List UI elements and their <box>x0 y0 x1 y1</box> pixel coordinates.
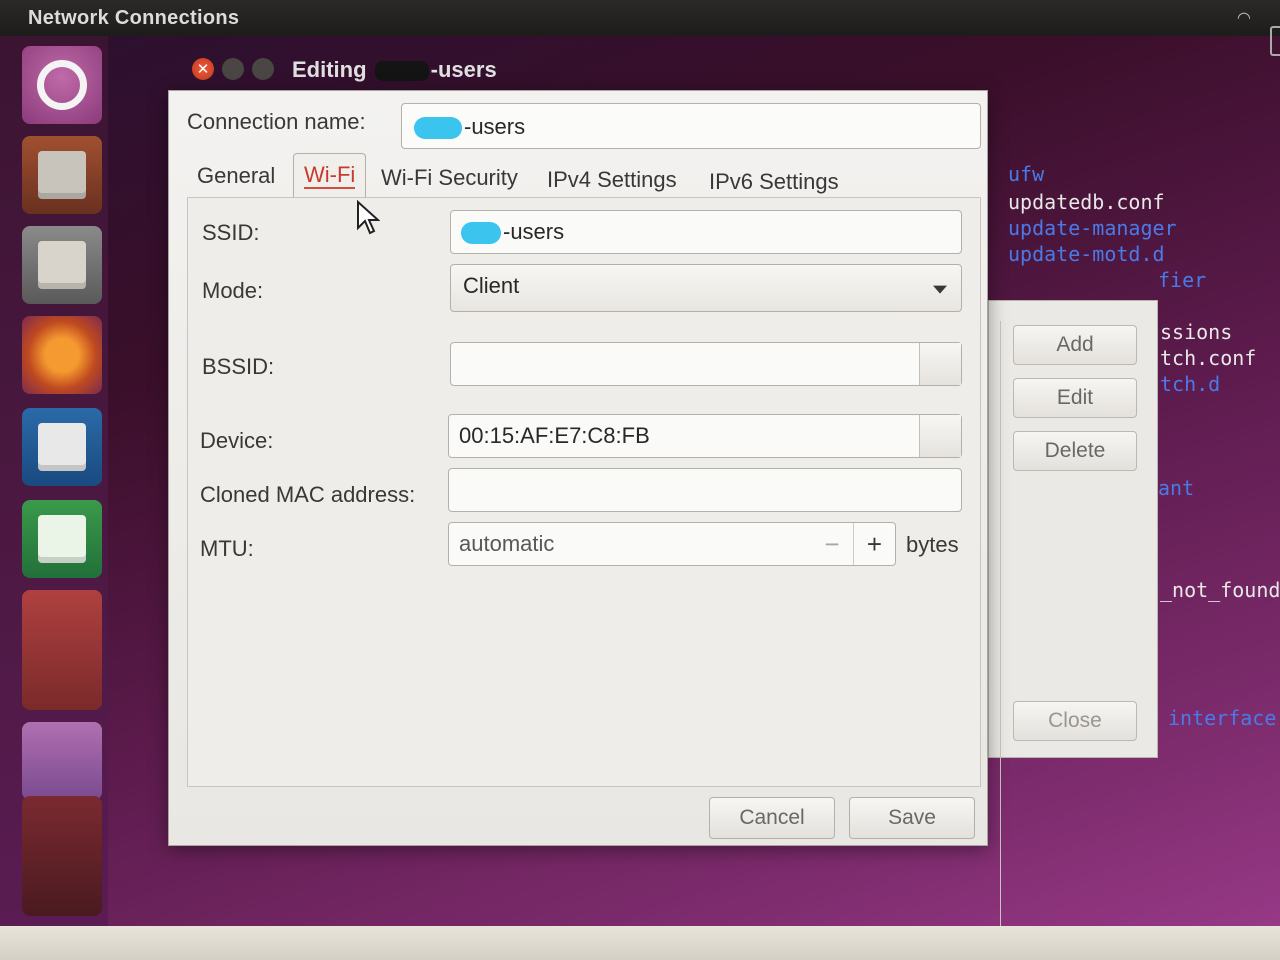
system-settings-icon[interactable] <box>22 722 102 800</box>
minimize-icon[interactable] <box>222 58 244 80</box>
connection-list[interactable] <box>989 321 1001 960</box>
chevron-down-icon <box>933 285 947 294</box>
terminal-line: interface <box>1168 706 1277 730</box>
terminal-line: _not_found <box>1160 578 1280 602</box>
wifi-indicator-icon[interactable]: ◠ <box>1238 8 1250 28</box>
close-button[interactable]: Close <box>1013 701 1137 741</box>
edit-button[interactable]: Edit <box>1013 378 1137 418</box>
maximize-icon[interactable] <box>252 58 274 80</box>
libreoffice-calc-icon[interactable] <box>22 500 102 578</box>
cloned-mac-field[interactable] <box>448 468 962 512</box>
ssid-field[interactable]: -users <box>450 210 962 254</box>
wifi-settings-panel: SSID: -users Mode: Client BSSID: Device:… <box>187 197 981 787</box>
terminal-line: ufw <box>1008 162 1045 186</box>
network-connections-window: Add Edit Delete Close <box>988 300 1158 960</box>
connection-name-label: Connection name: <box>187 109 366 134</box>
stacked-apps-icon[interactable] <box>22 590 102 710</box>
bssid-dropdown-button[interactable] <box>919 343 961 385</box>
sd-card-icon[interactable] <box>22 796 102 916</box>
delete-button[interactable]: Delete <box>1013 431 1137 471</box>
mode-dropdown[interactable]: Client <box>450 264 962 312</box>
top-panel: Network Connections ◠ <box>0 0 1280 56</box>
terminal-line: ant <box>1158 476 1195 500</box>
mode-label: Mode: <box>202 278 264 303</box>
terminal-line: tch.conf <box>1160 346 1257 370</box>
device-label: Device: <box>200 428 274 453</box>
tab-wifi-security[interactable]: Wi-Fi Security <box>373 155 526 199</box>
connection-name-field[interactable]: -users <box>401 103 981 149</box>
tab-ipv4-settings[interactable]: IPv4 Settings <box>539 157 685 201</box>
close-icon[interactable]: ✕ <box>192 58 214 80</box>
screen-bezel <box>0 926 1280 960</box>
libreoffice-writer-icon[interactable] <box>22 408 102 486</box>
save-button[interactable]: Save <box>849 797 975 839</box>
tab-bar: General Wi-Fi Wi-Fi Security IPv4 Settin… <box>189 153 979 199</box>
add-button[interactable]: Add <box>1013 325 1137 365</box>
panel-edge-icon <box>1270 26 1280 56</box>
increment-button[interactable]: + <box>853 523 895 565</box>
mtu-label: MTU: <box>200 536 254 561</box>
dialog-title: Editing -users <box>292 57 497 82</box>
terminal-line: update-manager <box>1008 216 1177 240</box>
terminal-line: ssions <box>1160 320 1233 344</box>
terminal-line: fier <box>1158 268 1207 292</box>
tab-general[interactable]: General <box>189 153 283 197</box>
ubuntu-dash-icon[interactable] <box>22 46 102 124</box>
mtu-spinbutton[interactable]: automatic − + <box>448 522 896 566</box>
device-dropdown-button[interactable] <box>919 415 961 457</box>
bssid-label: BSSID: <box>202 354 275 379</box>
mtu-unit: bytes <box>906 532 959 557</box>
decrement-button[interactable]: − <box>811 523 853 565</box>
bssid-combo[interactable] <box>450 342 962 386</box>
editing-connection-dialog: Connection name: -users General Wi-Fi Wi… <box>168 90 988 846</box>
ssid-label: SSID: <box>202 220 260 245</box>
launcher <box>0 36 108 926</box>
device-combo[interactable]: 00:15:AF:E7:C8:FB <box>448 414 962 458</box>
mouse-cursor-icon <box>357 200 380 235</box>
window-title: Network Connections <box>28 7 240 29</box>
terminal-line: updatedb.conf <box>1008 190 1165 214</box>
cancel-button[interactable]: Cancel <box>709 797 835 839</box>
terminal-line: tch.d <box>1160 372 1221 396</box>
files-icon[interactable] <box>22 226 102 304</box>
dialog-titlebar: ✕ Editing -users <box>180 44 980 94</box>
firefox-icon[interactable] <box>22 316 102 394</box>
terminal-line: update-motd.d <box>1008 242 1165 266</box>
cloned-mac-label: Cloned MAC address: <box>200 482 416 507</box>
software-install-icon[interactable] <box>22 136 102 214</box>
tab-wifi[interactable]: Wi-Fi <box>293 153 367 197</box>
